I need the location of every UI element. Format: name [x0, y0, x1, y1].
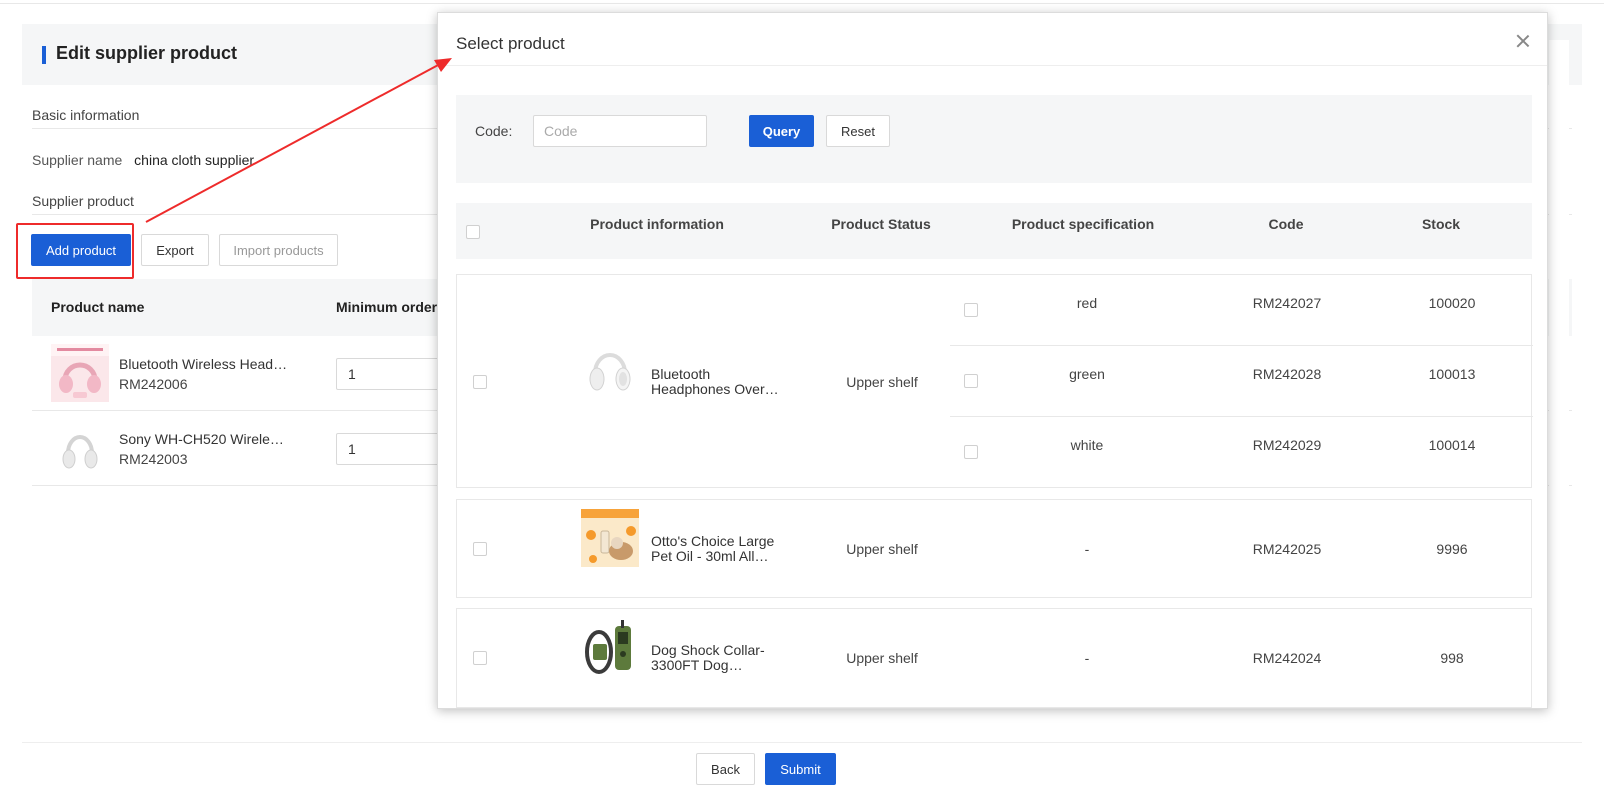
product-thumbnail	[581, 341, 639, 399]
variant-checkbox[interactable]	[964, 303, 978, 317]
code-filter-label: Code:	[475, 123, 513, 139]
filter-panel: Code: Query Reset	[456, 95, 1532, 183]
product-code: RM242024	[1252, 650, 1322, 666]
product-checkbox[interactable]	[473, 651, 487, 665]
product-status: Upper shelf	[846, 374, 918, 390]
variant-code: RM242028	[1252, 366, 1322, 382]
product-spec: -	[1084, 650, 1090, 666]
product-code: RM242025	[1252, 541, 1322, 557]
query-button[interactable]: Query	[749, 115, 814, 147]
product-status: Upper shelf	[846, 650, 918, 666]
variant-spec: red	[1076, 295, 1098, 311]
back-button[interactable]: Back	[696, 753, 755, 785]
import-products-button: Import products	[219, 234, 338, 266]
modal-title: Select product	[456, 34, 565, 53]
header-product-information: Product information	[590, 216, 724, 232]
product-thumbnail	[51, 344, 109, 402]
export-button[interactable]: Export	[141, 234, 209, 266]
product-thumbnail	[51, 419, 109, 477]
product-name: Otto's Choice Large Pet Oil - 30ml All…	[651, 533, 775, 564]
variant-stock: 100014	[1428, 437, 1476, 453]
variant-divider	[950, 345, 1533, 346]
product-group: Dog Shock Collar-3300FT Dog… Upper shelf…	[456, 608, 1532, 708]
variant-code: RM242027	[1252, 295, 1322, 311]
minimum-order-input[interactable]: 1	[336, 358, 446, 390]
minimum-order-input[interactable]: 1	[336, 433, 446, 465]
product-group: Otto's Choice Large Pet Oil - 30ml All… …	[456, 499, 1532, 598]
product-stock: 9996	[1436, 541, 1468, 557]
header-stock: Stock	[1421, 216, 1461, 232]
header-product-name: Product name	[51, 299, 145, 315]
header-product-specification: Product specification	[1011, 216, 1155, 232]
variant-checkbox[interactable]	[964, 445, 978, 459]
product-group: Bluetooth Headphones Over… Upper shelf r…	[456, 274, 1533, 488]
variant-spec: white	[1070, 437, 1104, 453]
variant-code: RM242029	[1252, 437, 1322, 453]
close-icon[interactable]	[1515, 33, 1531, 49]
variant-checkbox[interactable]	[964, 374, 978, 388]
product-thumbnail	[581, 618, 639, 676]
product-name: Bluetooth Headphones Over…	[651, 366, 779, 397]
supplier-name-label: Supplier name	[32, 152, 123, 168]
edit-supplier-product-page: Edit supplier product Basic information …	[0, 0, 1604, 810]
product-thumbnail	[581, 509, 639, 567]
product-name: Dog Shock Collar-3300FT Dog…	[651, 642, 765, 673]
variant-stock: 100020	[1428, 295, 1476, 311]
product-code: RM242003	[119, 451, 188, 467]
annotation-highlight-box	[16, 223, 134, 279]
header-minimum-order: Minimum order	[336, 299, 438, 315]
product-status: Upper shelf	[846, 541, 918, 557]
select-all-checkbox[interactable]	[466, 225, 480, 239]
product-code: RM242006	[119, 376, 188, 392]
variant-spec: green	[1069, 366, 1105, 382]
basic-info-label: Basic information	[32, 107, 140, 123]
product-name: Sony WH-CH520 Wirele…	[119, 431, 284, 447]
product-table-header: Product information Product Status Produ…	[456, 203, 1532, 259]
submit-button[interactable]: Submit	[765, 753, 836, 785]
modal-header-divider	[438, 65, 1547, 66]
product-checkbox[interactable]	[473, 375, 487, 389]
title-accent-bar	[42, 46, 46, 64]
page-title: Edit supplier product	[56, 43, 238, 63]
select-product-modal: Select product Code: Query Reset Product…	[437, 12, 1548, 709]
variant-divider	[950, 416, 1533, 417]
header-product-status: Product Status	[831, 216, 931, 232]
top-border	[0, 3, 1604, 4]
product-spec: -	[1084, 541, 1090, 557]
supplier-name-value: china cloth supplier	[134, 152, 255, 168]
variant-stock: 100013	[1428, 366, 1476, 382]
product-stock: 998	[1440, 650, 1464, 666]
supplier-name-row: Supplier name china cloth supplier	[32, 152, 254, 168]
scrollbar-track	[1549, 40, 1569, 792]
header-code: Code	[1268, 216, 1304, 232]
supplier-product-label: Supplier product	[32, 193, 134, 209]
code-filter-input[interactable]	[533, 115, 707, 147]
product-name: Bluetooth Wireless Head…	[119, 356, 288, 372]
product-checkbox[interactable]	[473, 542, 487, 556]
reset-button[interactable]: Reset	[826, 115, 890, 147]
